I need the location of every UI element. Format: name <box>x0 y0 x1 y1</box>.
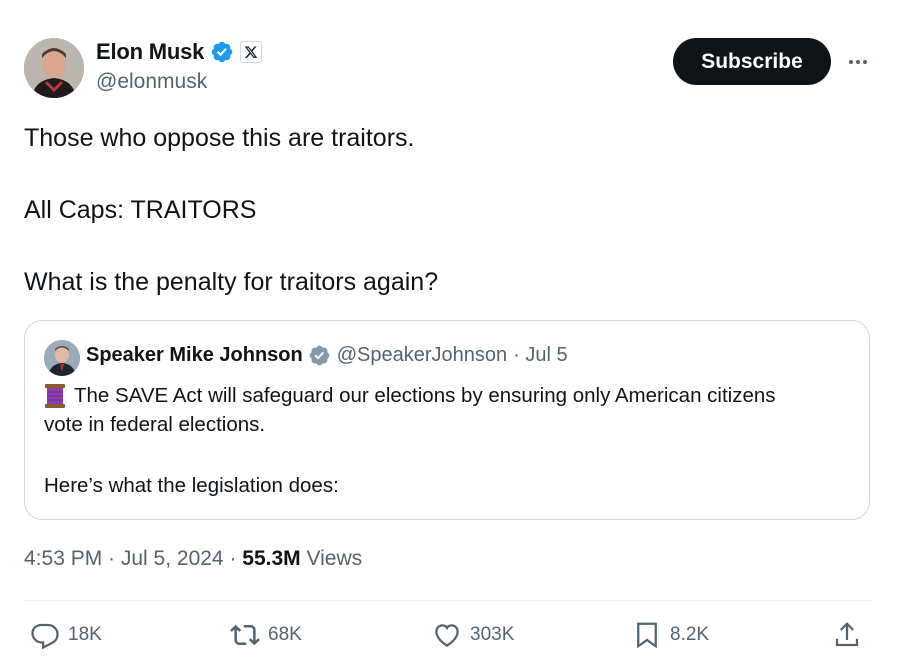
quoted-tweet-header: Speaker Mike Johnson @SpeakerJohnson · J… <box>86 344 568 367</box>
like-button[interactable]: 303K <box>432 620 514 650</box>
share-button[interactable] <box>832 620 862 650</box>
reply-button[interactable]: 18K <box>30 620 102 650</box>
tweet-text-line-3: What is the penalty for traitors again? <box>24 268 439 296</box>
like-count: 303K <box>470 624 515 645</box>
divider <box>24 600 872 601</box>
more-icon[interactable] <box>844 48 872 76</box>
quoted-text-line-1: 🧵 The SAVE Act will safeguard our electi… <box>44 383 776 409</box>
quoted-text-line-2: vote in federal elections. <box>44 413 266 436</box>
reply-icon <box>31 623 59 650</box>
reply-count: 18K <box>68 624 102 645</box>
bookmark-count: 8.2K <box>670 624 710 645</box>
x-logo-icon <box>240 41 263 63</box>
share-icon <box>835 622 859 647</box>
verified-badge-icon <box>211 41 233 63</box>
repost-count: 68K <box>268 624 302 645</box>
thread-spool-icon <box>45 384 65 408</box>
views-count: 55.3M <box>242 547 301 570</box>
tweet-meta: 4:53 PM · Jul 5, 2024 · 55.3M Views <box>24 547 362 571</box>
quoted-text-first-line: The SAVE Act will safeguard our election… <box>74 384 776 407</box>
views-label: Views <box>306 547 363 570</box>
verified-badge-icon <box>309 345 330 366</box>
quoted-author-avatar[interactable] <box>44 340 80 376</box>
quoted-author-handle[interactable]: @SpeakerJohnson <box>337 344 507 367</box>
bookmark-button[interactable]: 8.2K <box>632 620 709 650</box>
tweet-text-line-2: All Caps: TRAITORS <box>24 196 257 224</box>
tweet-timestamp[interactable]: 4:53 PM · Jul 5, 2024 · <box>24 547 236 570</box>
author-name-row: Elon Musk <box>96 38 263 66</box>
repost-button[interactable]: 68K <box>230 620 302 650</box>
quoted-author-name[interactable]: Speaker Mike Johnson <box>86 344 303 367</box>
subscribe-button[interactable]: Subscribe <box>673 38 831 85</box>
repost-icon <box>230 624 260 646</box>
author-name[interactable]: Elon Musk <box>96 39 204 65</box>
bookmark-icon <box>637 622 657 649</box>
author-handle[interactable]: @elonmusk <box>96 70 207 94</box>
author-avatar[interactable] <box>24 38 84 98</box>
like-icon <box>435 624 459 647</box>
tweet-text-line-1: Those who oppose this are traitors. <box>24 124 415 152</box>
quoted-text-line-3: Here’s what the legislation does: <box>44 474 339 497</box>
quoted-tweet-date[interactable]: · Jul 5 <box>513 344 567 367</box>
